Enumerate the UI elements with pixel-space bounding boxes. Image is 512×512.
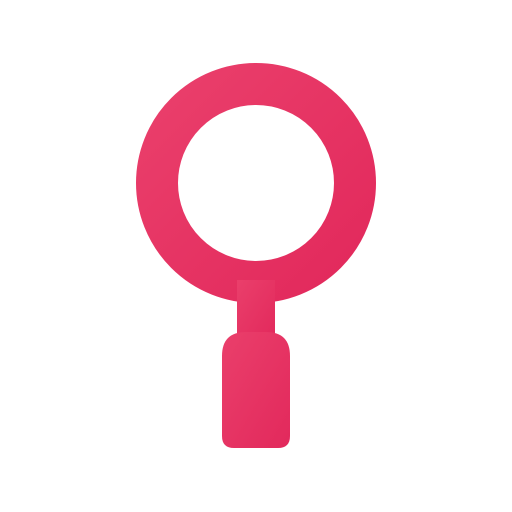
magnifier-handle (222, 332, 290, 448)
magnifier-lens-ring (136, 63, 376, 303)
app-icon-canvas (0, 0, 512, 512)
magnifier-icon (136, 63, 376, 448)
magnifier-neck (237, 280, 275, 340)
